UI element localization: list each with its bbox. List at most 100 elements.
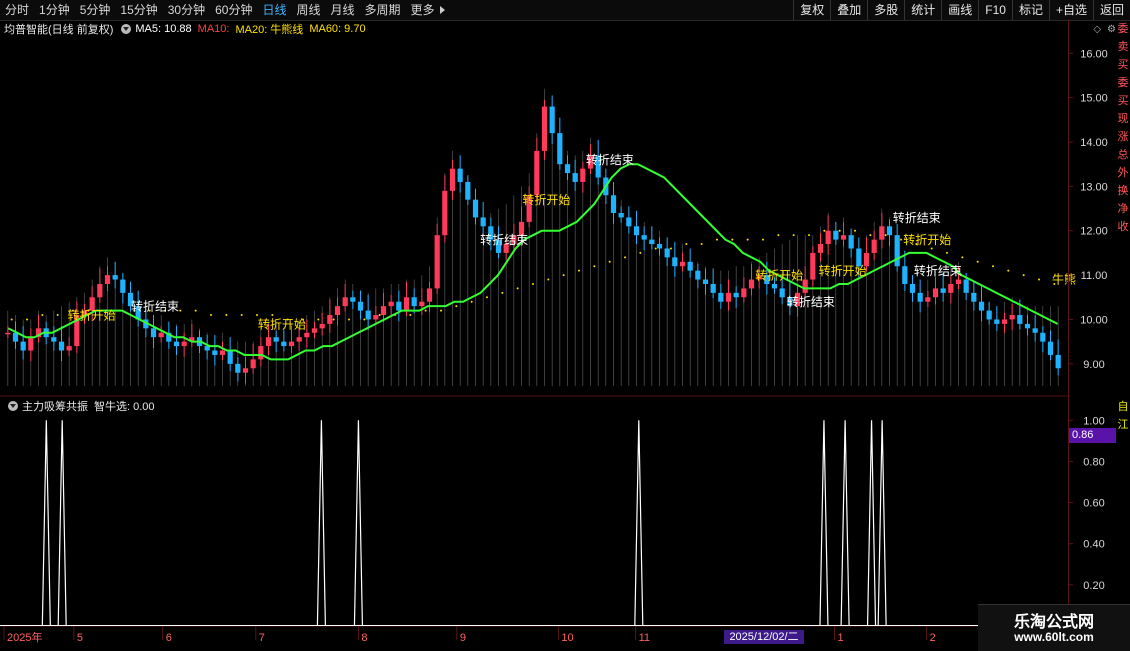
ma60-dot [992, 265, 994, 268]
ma60-dot [348, 318, 350, 321]
candle-body [319, 323, 325, 329]
candle-body [219, 350, 226, 355]
candle-body [1055, 354, 1061, 369]
signal-spike [819, 420, 829, 627]
candle-body [549, 106, 555, 134]
candle-body [902, 266, 908, 284]
candle-body [265, 337, 272, 347]
ma60-dot [624, 256, 626, 259]
side-label-3: 委 [1117, 77, 1129, 89]
signal-spike [353, 420, 364, 627]
sub-y-tick-label: 0.40 [1083, 539, 1104, 551]
candle-body [342, 297, 348, 307]
sub-dropdown-circle-icon[interactable] [8, 401, 18, 411]
side-label-8: 外 [1117, 167, 1129, 179]
candle-body [986, 310, 992, 320]
candle-body [656, 244, 663, 249]
candle-body [457, 168, 463, 182]
candle-body [802, 279, 808, 293]
candle-body [396, 301, 402, 311]
side-label-lower-1: 江 [1117, 419, 1129, 431]
ma60-dot [194, 309, 197, 312]
candle-body [557, 133, 563, 165]
candle-body [748, 279, 755, 289]
y-tick-label: 15.00 [1080, 93, 1108, 105]
ma60-dot [731, 238, 734, 241]
turn-start-label: 转折开始 [522, 192, 570, 207]
candle-body [909, 283, 916, 293]
candle-body [710, 283, 716, 293]
candle-body [626, 217, 632, 227]
x-tick-label: 8 [361, 632, 367, 644]
sub-indicator-title[interactable]: 主力吸筹共振 [22, 398, 88, 414]
ma60-dot [670, 247, 672, 250]
candle-body [357, 301, 364, 311]
ma60-dot [930, 247, 933, 250]
candle-body [334, 306, 341, 316]
x-tick-label: 6 [166, 632, 172, 644]
candle-body [58, 341, 65, 351]
sub-y-tick-label: 1.00 [1083, 415, 1104, 427]
ma60-dot [56, 314, 59, 317]
x-tick-label: 1 [838, 632, 844, 644]
watermark-url: www.60lt.com [1014, 630, 1094, 644]
candle-body [426, 288, 433, 302]
signal-spike [634, 420, 644, 627]
signal-spike [840, 420, 850, 627]
candle-body [480, 217, 486, 227]
ma60-dot [823, 229, 826, 232]
candle-body [327, 315, 333, 324]
candle-body [158, 332, 164, 338]
ma60-dot [547, 278, 550, 281]
candle-body [940, 288, 946, 293]
candle-body [664, 248, 670, 258]
x-tick-label: 2 [930, 632, 936, 644]
ma60-dot [639, 251, 642, 254]
side-label-11: 收 [1117, 221, 1129, 233]
side-label-0: 委 [1117, 23, 1129, 35]
candle-body [273, 337, 279, 342]
candle-body [173, 341, 180, 347]
side-panel-labels-lower[interactable]: 自江 [1116, 398, 1130, 458]
signal-spike [877, 420, 887, 627]
ma60-dot [976, 260, 979, 263]
candle-body [242, 368, 249, 373]
ma60-dot [501, 291, 504, 294]
candle-body [871, 239, 877, 253]
candle-body [672, 257, 678, 267]
ma60-dot [792, 234, 795, 237]
candle-body [235, 363, 241, 373]
signal-spike [316, 420, 326, 627]
current-value-box: 0.86 [1069, 428, 1116, 443]
side-label-10: 净 [1117, 203, 1129, 215]
candle-body [948, 283, 954, 293]
candle-body [28, 337, 34, 351]
ma60-dot [884, 234, 887, 237]
candle-body [978, 301, 985, 311]
candle-body [227, 350, 233, 364]
candle-body [572, 173, 578, 182]
candle-body [1032, 328, 1038, 333]
kline-chart[interactable]: 16.0015.0014.0013.0012.0011.0010.009.00转… [0, 0, 1130, 650]
ma60-dot [256, 314, 258, 317]
sub-y-tick-label: 0.20 [1083, 580, 1104, 592]
ma60-dot [240, 314, 243, 317]
candle-body [994, 319, 1000, 324]
ma60-dot [440, 309, 442, 312]
candle-body [971, 292, 977, 302]
ma60-dot [10, 318, 13, 321]
x-tick-label: 2025年 [7, 630, 42, 644]
ma60-dot [700, 243, 703, 246]
candle-body [1047, 341, 1054, 355]
signal-spike [57, 420, 67, 627]
side-panel-labels[interactable]: 委卖买委买现涨总外换净收 [1116, 20, 1130, 400]
candle-body [311, 328, 318, 333]
candle-body [250, 359, 256, 369]
side-label-9: 换 [1117, 185, 1129, 197]
ma60-dot [486, 296, 488, 299]
turn-start-label: 转折开始 [67, 307, 115, 322]
ma60-dot [332, 318, 335, 321]
candle-body [212, 350, 218, 355]
side-label-6: 涨 [1117, 131, 1129, 143]
candle-body [955, 279, 962, 284]
